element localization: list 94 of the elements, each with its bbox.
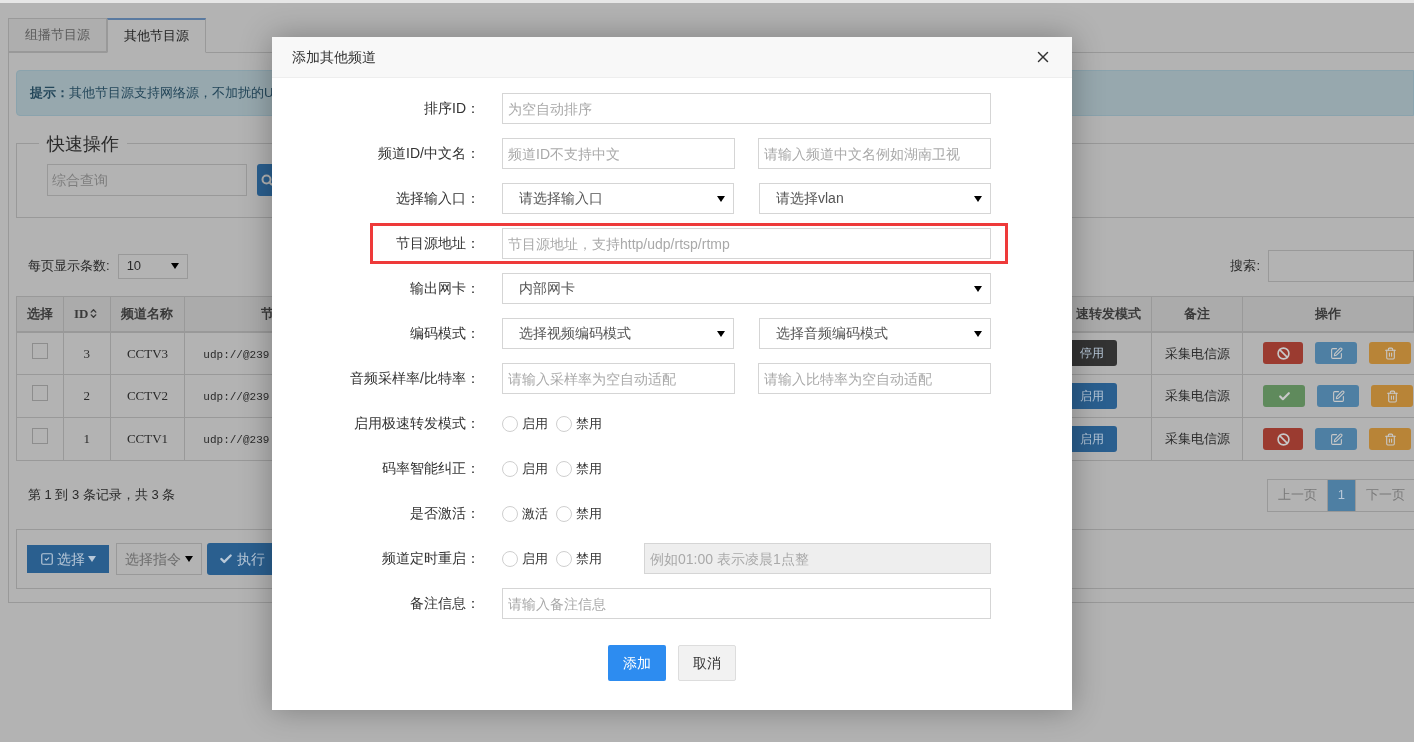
field-label: 编码模式：: [409, 324, 480, 343]
trash-icon: [1385, 389, 1399, 403]
caret-icon: [185, 556, 193, 562]
table-cell: udp://@239: [203, 391, 270, 404]
text-field[interactable]: 频道ID不支持中文: [502, 138, 735, 169]
table-cell: 2: [83, 388, 90, 404]
radio-option[interactable]: 禁用: [556, 458, 602, 479]
search-label: 搜索:: [1230, 257, 1260, 276]
column-header: 频道名称: [121, 306, 174, 321]
edit-button[interactable]: [1315, 428, 1358, 450]
field-label: 备注信息：: [409, 594, 480, 613]
caret-icon: [170, 263, 179, 269]
field-label: 节目源地址：: [395, 234, 480, 253]
row-checkbox[interactable]: [31, 385, 48, 402]
row-checkbox[interactable]: [31, 428, 48, 445]
page-size-select[interactable]: 10: [117, 253, 188, 279]
enable-button[interactable]: [1263, 385, 1306, 407]
record-summary: 第 1 到 3 条记录，共 3 条: [27, 486, 176, 505]
table-cell: 采集电信源: [1164, 345, 1230, 361]
check-icon: [219, 552, 233, 566]
page-size-label: 每页显示条数:: [28, 257, 110, 276]
delete-button[interactable]: [1371, 385, 1414, 407]
column-header: 速转发模式: [1076, 306, 1142, 321]
trash-icon: [1383, 432, 1397, 446]
table-cell: 1: [83, 431, 90, 447]
field-label: 输出网卡：: [409, 279, 480, 298]
table-cell: 采集电信源: [1164, 431, 1230, 447]
ban-icon: [1276, 346, 1290, 360]
select-field[interactable]: 内部网卡: [502, 273, 991, 304]
text-field[interactable]: 请输入采样率为空自动适配: [502, 363, 735, 394]
column-header: 节: [261, 306, 275, 321]
check-icon: [1277, 389, 1291, 403]
alert-text: 提示：其他节目源支持网络源，不加扰的U: [30, 84, 274, 103]
field-label: 选择输入口：: [395, 189, 480, 208]
delete-button[interactable]: [1369, 428, 1412, 450]
text-field[interactable]: 请输入频道中文名例如湖南卫视: [758, 138, 991, 169]
column-header: 备注: [1184, 306, 1211, 321]
table-cell: udp://@239: [203, 434, 270, 447]
text-field[interactable]: 请输入备注信息: [502, 588, 991, 619]
disable-button[interactable]: [1263, 428, 1304, 450]
row-checkbox[interactable]: [31, 342, 48, 359]
caret-icon: [974, 330, 982, 337]
disable-button[interactable]: [1263, 342, 1304, 365]
table-cell: CCTV3: [126, 345, 169, 361]
caret-icon: [974, 195, 982, 202]
trash-icon: [1383, 346, 1397, 360]
caret-icon: [974, 285, 982, 292]
edit-icon: [1331, 389, 1345, 403]
table-cell: udp://@239: [203, 348, 270, 361]
table-cell: 3: [83, 345, 90, 361]
radio-option[interactable]: 禁用: [556, 503, 602, 524]
edit-button[interactable]: [1315, 342, 1358, 365]
text-field[interactable]: 节目源地址，支持http/udp/rtsp/rtmp: [502, 228, 991, 259]
delete-button[interactable]: [1369, 342, 1412, 365]
radio-option[interactable]: 启用: [502, 413, 548, 434]
select-field[interactable]: 选择视频编码模式: [502, 318, 734, 349]
field-label: 启用极速转发模式：: [353, 414, 480, 433]
radio-option[interactable]: 启用: [502, 458, 548, 479]
select-field[interactable]: 请选择vlan: [759, 183, 991, 214]
text-field[interactable]: 请输入比特率为空自动适配: [758, 363, 991, 394]
text-field[interactable]: 为空自动排序: [502, 93, 991, 124]
search-button[interactable]: [257, 164, 273, 196]
radio-option[interactable]: 启用: [502, 548, 548, 569]
dialog-title: 添加其他频道: [292, 47, 376, 67]
table-search-field[interactable]: [1268, 250, 1414, 282]
checkbox-icon: [40, 552, 54, 566]
select-button[interactable]: 选择: [27, 545, 109, 573]
edit-icon: [1329, 432, 1343, 446]
caret-icon: [717, 195, 725, 202]
field-label: 码率智能纠正：: [381, 459, 480, 478]
radio-option[interactable]: 禁用: [556, 413, 602, 434]
select-field[interactable]: 请选择输入口: [502, 183, 734, 214]
field-label: 是否激活：: [409, 504, 480, 523]
caret-icon: [717, 330, 725, 337]
field-label: 排序ID：: [423, 99, 480, 118]
caret-icon: [88, 556, 96, 562]
table-cell: CCTV1: [126, 431, 169, 447]
table-cell: CCTV2: [126, 388, 169, 404]
radio-option[interactable]: 禁用: [556, 548, 602, 569]
tab[interactable]: 其他节目源: [107, 18, 206, 53]
column-header[interactable]: ID: [73, 304, 89, 324]
search-icon: [261, 174, 273, 186]
field-label: 音频采样率/比特率：: [349, 369, 480, 388]
field-label: 频道ID/中文名：: [377, 144, 480, 163]
column-header: 选择: [26, 306, 53, 321]
ban-icon: [1276, 432, 1290, 446]
edit-icon: [1329, 346, 1343, 360]
edit-button[interactable]: [1317, 385, 1360, 407]
select-field[interactable]: 选择音频编码模式: [759, 318, 991, 349]
table-cell: 采集电信源: [1164, 388, 1230, 404]
field-label: 频道定时重启：: [381, 549, 480, 568]
cancel-button[interactable]: 取消: [678, 645, 736, 681]
radio-option[interactable]: 激活: [502, 503, 548, 524]
column-header: 操作: [1315, 306, 1342, 321]
